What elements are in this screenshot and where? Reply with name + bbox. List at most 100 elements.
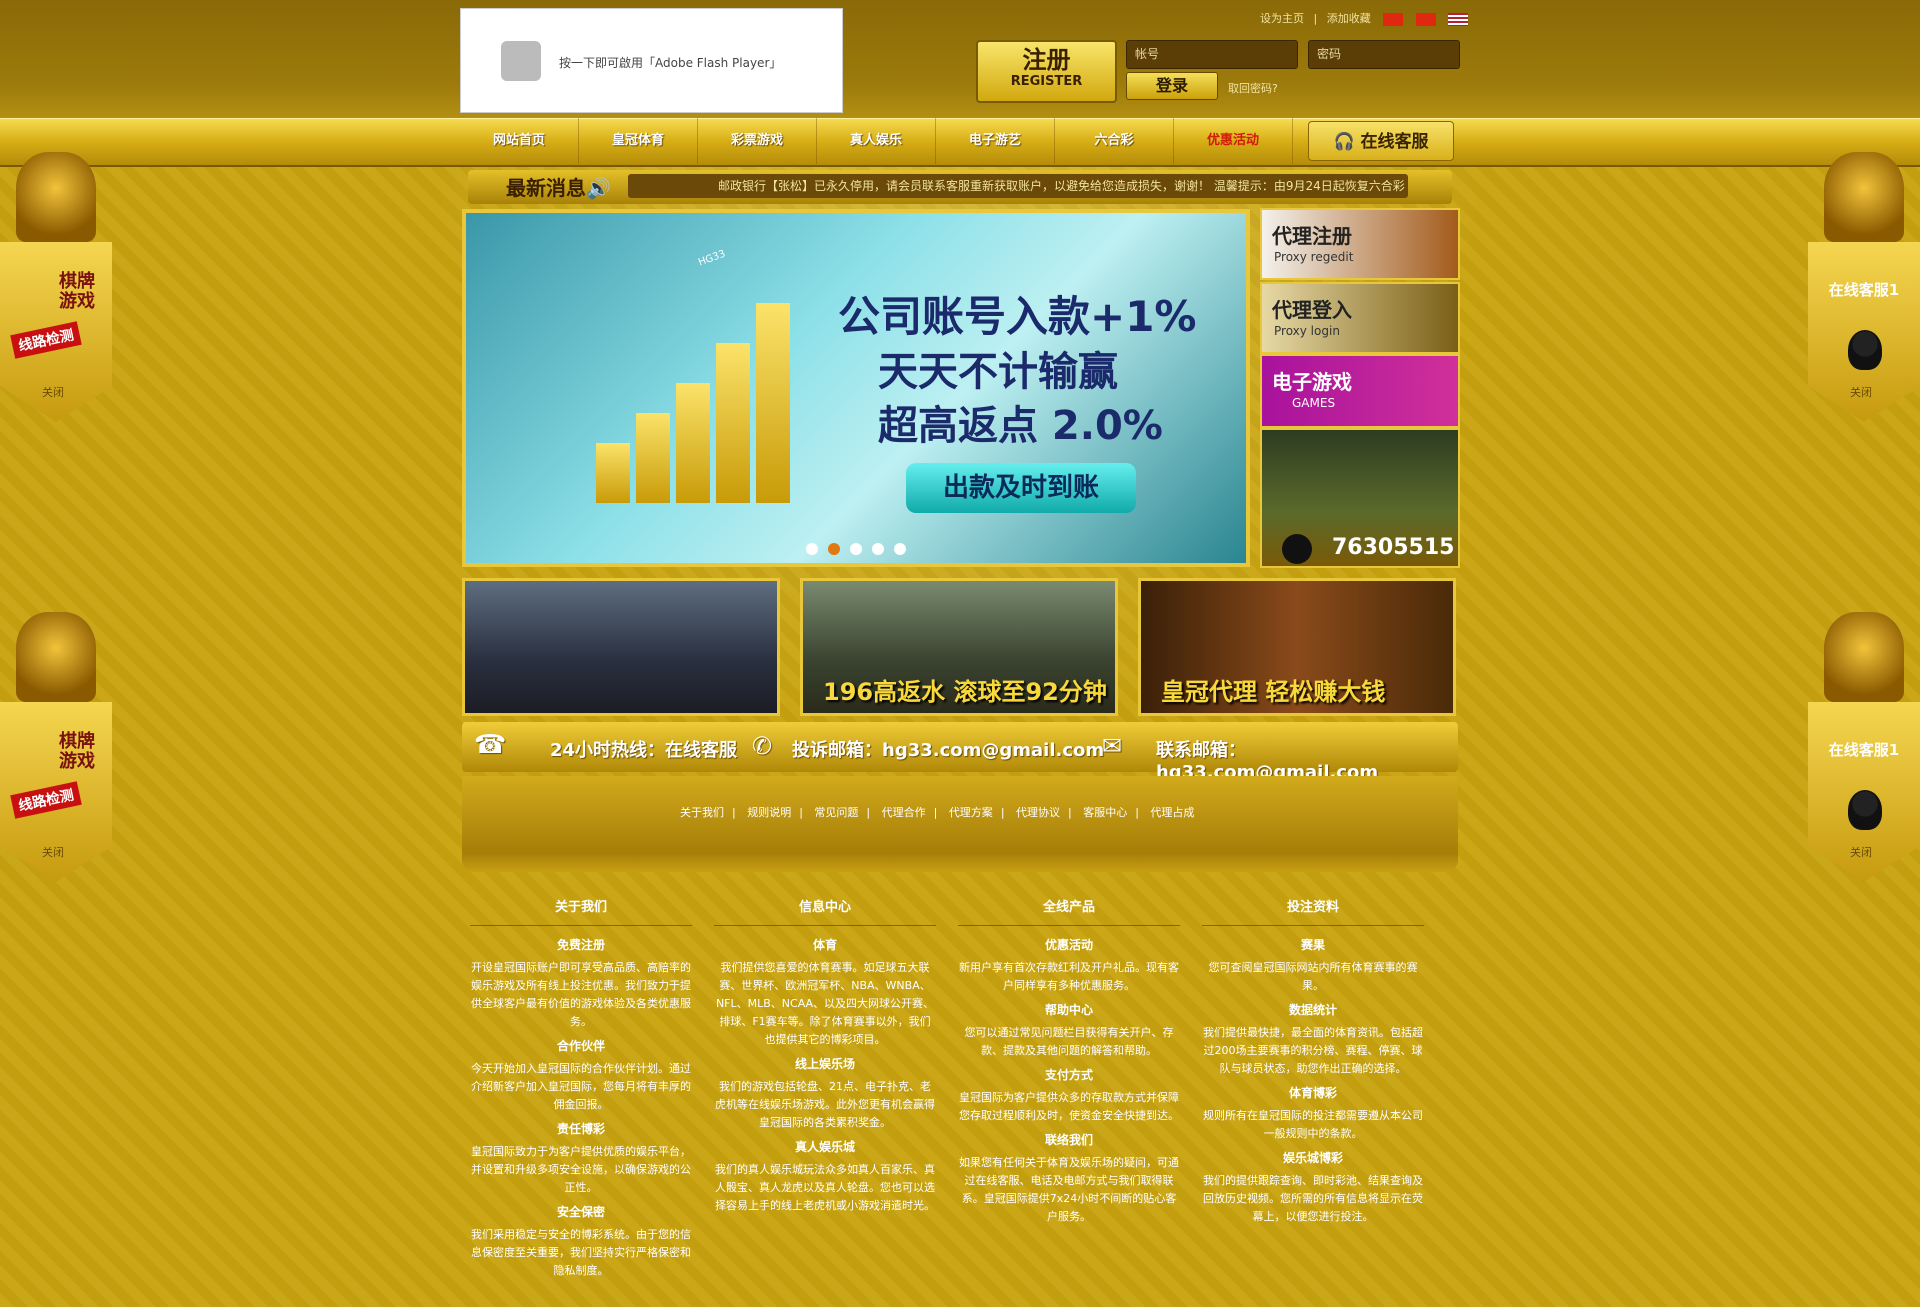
chess-games-label[interactable]: 棋牌游戏	[52, 272, 102, 312]
e-games-tile[interactable]: 电子游戏 GAMES	[1260, 354, 1460, 428]
promo-agent[interactable]: 皇冠代理 轻松赚大钱	[1138, 578, 1456, 716]
column-text: 皇冠国际为客户提供众多的存取款方式并保障您存取过程顺利及时，使资金安全快捷到达。	[959, 1091, 1179, 1122]
qq-icon	[1282, 534, 1312, 564]
password-input[interactable]: 密码	[1308, 40, 1460, 69]
column-title: 关于我们	[470, 896, 692, 926]
line-check-label[interactable]: 线路检测	[10, 321, 82, 359]
complaint-email[interactable]: 投诉邮箱：hg33.com@gmail.com	[792, 736, 1104, 762]
username-input[interactable]: 帐号	[1126, 40, 1298, 69]
agent-login-subtitle: Proxy login	[1274, 324, 1340, 338]
left-float-widget[interactable]: 棋牌游戏 线路检测 关闭	[0, 152, 112, 442]
telephone-icon: ☎	[474, 730, 507, 760]
column-title: 全线产品	[958, 896, 1180, 926]
agent-register-tile[interactable]: 代理注册 Proxy regedit	[1260, 208, 1460, 280]
banner-withdraw-button[interactable]: 出款及时到账	[906, 463, 1136, 513]
carousel-dot[interactable]	[872, 543, 884, 555]
column-subtitle[interactable]: 数据统计	[1202, 1001, 1424, 1018]
lion-statue-icon	[16, 612, 96, 702]
column-title: 投注资料	[1202, 896, 1424, 926]
nav-item-live-casino[interactable]: 真人娱乐	[817, 118, 936, 164]
footer-link[interactable]: 常见问题	[814, 806, 858, 819]
carousel-dot[interactable]	[850, 543, 862, 555]
register-cn: 注册	[1022, 46, 1071, 74]
close-button[interactable]: 关闭	[42, 844, 64, 860]
footer-link[interactable]: 代理协议	[1016, 806, 1060, 819]
column-subtitle[interactable]: 真人娱乐城	[714, 1138, 936, 1155]
column-subtitle[interactable]: 线上娱乐场	[714, 1055, 936, 1072]
nav-item-slots[interactable]: 电子游艺	[936, 118, 1055, 164]
online-service-button[interactable]: 🎧 在线客服	[1308, 121, 1454, 161]
agent-login-tile[interactable]: 代理登入 Proxy login	[1260, 282, 1460, 354]
left-float-widget[interactable]: 棋牌游戏 线路检测 关闭	[0, 612, 112, 902]
nav-item-mark-six[interactable]: 六合彩	[1055, 118, 1174, 164]
column-text: 如果您有任何关于体育及娱乐场的疑问，可通过在线客服、电话及电邮方式与我们取得联系…	[959, 1156, 1179, 1223]
arrow-label: HG33	[696, 248, 728, 269]
promo-rebate[interactable]: 196高返水 滚球至92分钟	[800, 578, 1118, 716]
qq-penguin-icon[interactable]	[1848, 330, 1882, 370]
column-subtitle[interactable]: 娱乐城博彩	[1202, 1149, 1424, 1166]
nav-item-home[interactable]: 网站首页	[460, 118, 579, 164]
main-banner[interactable]: HG33 公司账号入款+1% 天天不计输赢 超高返点 2.0% 出款及时到账	[462, 209, 1250, 567]
right-float-widget[interactable]: 在线客服1 关闭	[1808, 152, 1920, 442]
left-widget-banner: 棋牌游戏 线路检测 关闭	[0, 242, 112, 422]
column-subtitle[interactable]: 联络我们	[958, 1131, 1180, 1148]
column-subtitle[interactable]: 安全保密	[470, 1203, 692, 1220]
register-button[interactable]: 注册 REGISTER	[976, 40, 1117, 103]
e-games-subtitle: GAMES	[1292, 396, 1336, 410]
footer-link[interactable]: 规则说明	[747, 806, 791, 819]
column-subtitle[interactable]: 体育	[714, 936, 936, 953]
hotline-text[interactable]: 24小时热线：在线客服	[550, 736, 737, 762]
news-ticker[interactable]: 邮政银行【张松】已永久停用，请会员联系客服重新获取账户，以避免给您造成损失，谢谢…	[628, 174, 1408, 198]
carousel-dots	[806, 543, 906, 555]
column-subtitle[interactable]: 支付方式	[958, 1066, 1180, 1083]
qq-penguin-icon[interactable]	[1848, 790, 1882, 830]
column-subtitle[interactable]: 优惠活动	[958, 936, 1180, 953]
close-button[interactable]: 关闭	[1850, 384, 1872, 400]
footer-link[interactable]: 关于我们	[680, 806, 724, 819]
online-service-1-label[interactable]: 在线客服1	[1816, 280, 1912, 300]
right-float-widget[interactable]: 在线客服1 关闭	[1808, 612, 1920, 902]
plugin-icon	[501, 41, 541, 81]
flag-cn-icon[interactable]	[1383, 12, 1404, 26]
register-en: REGISTER	[1010, 74, 1083, 89]
flag-us-icon[interactable]	[1448, 12, 1469, 26]
column-subtitle[interactable]: 责任博彩	[470, 1120, 692, 1137]
banner-line-2: 天天不计输赢	[878, 349, 1118, 395]
agent-register-title: 代理注册	[1272, 224, 1352, 248]
add-favorite-link[interactable]: 添加收藏	[1327, 12, 1371, 25]
footer-link[interactable]: 客服中心	[1083, 806, 1127, 819]
carousel-dot[interactable]	[806, 543, 818, 555]
chess-games-label[interactable]: 棋牌游戏	[52, 732, 102, 772]
online-service-1-label[interactable]: 在线客服1	[1816, 740, 1912, 760]
flag-hk-icon[interactable]	[1415, 12, 1436, 26]
column-subtitle[interactable]: 免费注册	[470, 936, 692, 953]
close-button[interactable]: 关闭	[42, 384, 64, 400]
column-subtitle[interactable]: 体育博彩	[1202, 1084, 1424, 1101]
footer-links: 关于我们 | 规则说明 | 常见问题 | 代理合作 | 代理方案 | 代理协议 | 客服中心…	[680, 806, 1195, 819]
lion-statue-icon	[1824, 152, 1904, 242]
footer-link[interactable]: 代理方案	[949, 806, 993, 819]
carousel-dot-active[interactable]	[828, 543, 840, 555]
line-check-label[interactable]: 线路检测	[10, 781, 82, 819]
column-subtitle[interactable]: 合作伙伴	[470, 1037, 692, 1054]
column-text: 我们采用稳定与安全的博彩系统。由于您的信息保密度至关重要，我们坚持实行严格保密和…	[471, 1228, 691, 1277]
close-button[interactable]: 关闭	[1850, 844, 1872, 860]
login-button[interactable]: 登录	[1126, 72, 1218, 100]
forgot-password-link[interactable]: 取回密码?	[1228, 80, 1278, 96]
nav-item-sports[interactable]: 皇冠体育	[579, 118, 698, 164]
qq-contact-tile[interactable]: 76305515	[1260, 428, 1460, 568]
column-subtitle[interactable]: 赛果	[1202, 936, 1424, 953]
info-column-products: 全线产品 优惠活动 新用户享有首次存款红利及开户礼品。现有客户同样享有多种优惠服…	[958, 896, 1180, 1232]
nav-item-promotions[interactable]: 优惠活动	[1174, 118, 1293, 164]
footer-link[interactable]: 代理合作	[882, 806, 926, 819]
column-subtitle[interactable]: 帮助中心	[958, 1001, 1180, 1018]
carousel-dot[interactable]	[894, 543, 906, 555]
footer-link[interactable]: 代理占成	[1150, 806, 1194, 819]
set-homepage-link[interactable]: 设为主页	[1260, 12, 1304, 25]
column-text: 我们的游戏包括轮盘、21点、电子扑克、老虎机等在线娱乐场游戏。此外您更有机会赢得…	[715, 1080, 935, 1129]
nav-item-lottery[interactable]: 彩票游戏	[698, 118, 817, 164]
banner-line-1: 公司账号入款+1%	[838, 292, 1197, 341]
flash-placeholder[interactable]: 按一下即可啟用「Adobe Flash Player」	[460, 8, 843, 113]
column-text: 您可查阅皇冠国际网站内所有体育赛事的赛果。	[1208, 961, 1418, 992]
promo-sports[interactable]	[462, 578, 780, 716]
